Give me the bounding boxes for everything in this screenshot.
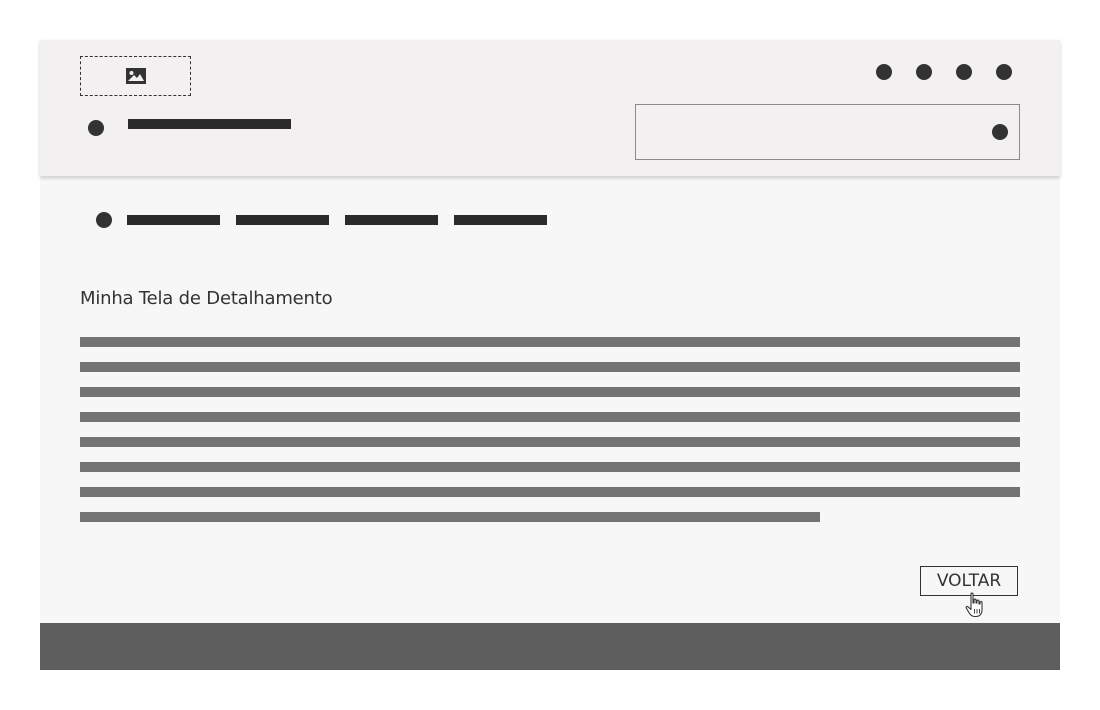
text-line: [80, 412, 1020, 422]
header: [40, 40, 1060, 176]
home-icon[interactable]: [96, 212, 112, 228]
hand-pointer-icon: [965, 592, 983, 618]
image-icon: [125, 68, 146, 84]
header-icon-3[interactable]: [956, 64, 972, 80]
menu-icon[interactable]: [88, 120, 104, 136]
text-line: [80, 512, 820, 522]
text-line: [80, 362, 1020, 372]
text-line: [80, 437, 1020, 447]
search-input[interactable]: [635, 104, 1020, 160]
nav-item-1[interactable]: [127, 215, 220, 225]
text-line: [80, 337, 1020, 347]
page-frame: Minha Tela de Detalhamento VOLTAR: [40, 40, 1060, 670]
text-line: [80, 487, 1020, 497]
text-line: [80, 462, 1020, 472]
header-icon-4[interactable]: [996, 64, 1012, 80]
nav-item-3[interactable]: [345, 215, 438, 225]
footer: [40, 623, 1060, 670]
nav-item-2[interactable]: [236, 215, 329, 225]
header-icon-2[interactable]: [916, 64, 932, 80]
header-icon-1[interactable]: [876, 64, 892, 80]
site-title-placeholder: [128, 119, 291, 129]
nav-item-4[interactable]: [454, 215, 547, 225]
page-title: Minha Tela de Detalhamento: [80, 288, 333, 309]
search-icon[interactable]: [992, 124, 1008, 140]
text-line: [80, 387, 1020, 397]
logo-placeholder[interactable]: [80, 56, 191, 96]
